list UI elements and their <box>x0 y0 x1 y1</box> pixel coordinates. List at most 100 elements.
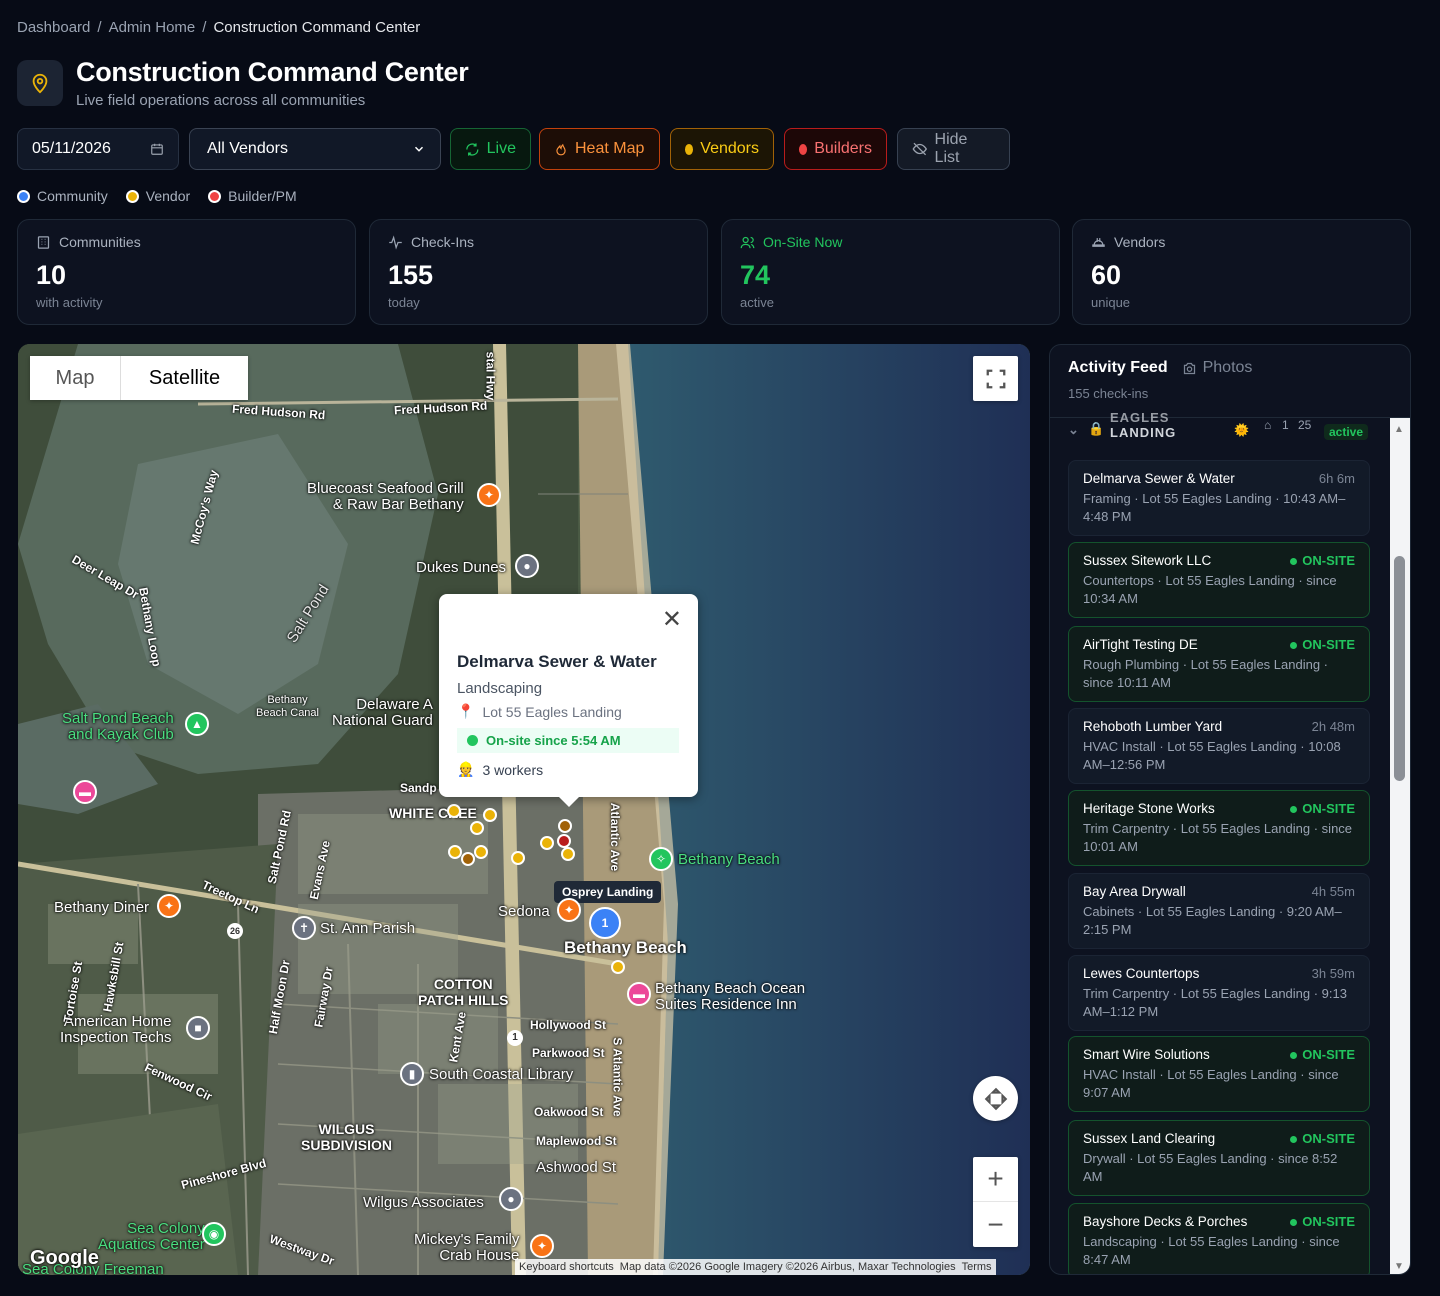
vendor-marker[interactable] <box>558 819 572 833</box>
feed-scrollbar[interactable]: ▲ ▼ <box>1390 418 1410 1274</box>
builders-button-label: Builders <box>814 140 872 157</box>
label-white-creek: WHITE CREE <box>389 805 477 821</box>
heatmap-button[interactable]: Heat Map <box>539 128 660 170</box>
vendor-marker[interactable] <box>511 851 525 865</box>
date-input[interactable]: 05/11/2026 <box>17 128 179 170</box>
lodging-pin-icon[interactable]: ▬ <box>627 982 651 1006</box>
map-tab[interactable]: Map <box>30 356 121 400</box>
activity-item[interactable]: Lewes Countertops 3h 59m Trim Carpentry · … <box>1068 955 1370 1031</box>
activity-item[interactable]: Smart Wire Solutions ON-SITE HVAC Install … <box>1068 1036 1370 1112</box>
vendor-marker[interactable] <box>470 821 484 835</box>
breadcrumb-dashboard[interactable]: Dashboard <box>17 19 90 36</box>
vendor-marker[interactable] <box>540 836 554 850</box>
map-type-tabs: Map Satellite <box>30 356 248 400</box>
popup-vendor-name: Delmarva Sewer & Water <box>457 652 657 671</box>
vendor-marker[interactable] <box>461 852 475 866</box>
duration-text: 6h 6m <box>1318 471 1355 486</box>
checkin-detail: HVAC Install · Lot 55 Eagles Landing · s… <box>1083 1067 1339 1100</box>
vendor-marker[interactable] <box>474 845 488 859</box>
stat-card-checkins: Check-Ins 155 today <box>369 219 708 325</box>
photos-tab[interactable]: Photos <box>1182 359 1252 377</box>
hide-list-button[interactable]: Hide List <box>897 128 1010 170</box>
label-sandp: Sandp <box>400 781 437 795</box>
camera-icon <box>1183 362 1195 374</box>
location-pin-icon[interactable]: ● <box>499 1187 523 1211</box>
vendors-toggle-button[interactable]: Vendors <box>670 128 774 170</box>
breadcrumb-admin-home[interactable]: Admin Home <box>109 19 196 36</box>
scroll-down-icon[interactable]: ▼ <box>1394 1261 1404 1272</box>
park-pin-icon[interactable]: ▲ <box>185 712 209 736</box>
activity-item[interactable]: Bayshore Decks & Porches ON-SITE Landscapi… <box>1068 1203 1370 1274</box>
location-pin-icon[interactable]: ● <box>515 554 539 578</box>
duration-text: 2h 48m <box>1311 719 1355 734</box>
vendor-marker[interactable] <box>561 847 575 861</box>
onsite-status: ON-SITE <box>1290 1130 1355 1148</box>
status-text: ON-SITE <box>1302 637 1355 652</box>
business-pin-icon[interactable]: ■ <box>186 1016 210 1040</box>
legend-label: Builder/PM <box>228 188 297 204</box>
calendar-icon[interactable] <box>150 142 164 156</box>
vendor-marker[interactable] <box>483 808 497 822</box>
lodging-pin-icon[interactable]: ▬ <box>73 780 97 804</box>
checkin-detail: Trim Carpentry · Lot 55 Eagles Landing ·… <box>1083 986 1347 1019</box>
stat-value: 74 <box>740 260 771 290</box>
activity-item[interactable]: AirTight Testing DE ON-SITE Rough Plumbing… <box>1068 626 1370 702</box>
scrollbar-thumb[interactable] <box>1394 556 1405 781</box>
activity-item[interactable]: Rehoboth Lumber Yard 2h 48m HVAC Install ·… <box>1068 708 1370 784</box>
map-camera-control[interactable] <box>973 1076 1018 1121</box>
terms-link[interactable]: Terms <box>962 1261 992 1273</box>
legend-label: Community <box>37 188 108 204</box>
vendor-name: Sussex Land Clearing <box>1083 1131 1216 1146</box>
activity-feed-title[interactable]: Activity Feed <box>1068 359 1168 377</box>
keyboard-shortcuts-link[interactable]: Keyboard shortcuts <box>519 1261 614 1273</box>
builders-toggle-button[interactable]: Builders <box>784 128 887 170</box>
label-dukes-dunes: Dukes Dunes <box>416 559 507 576</box>
builder-dot-icon <box>208 189 222 203</box>
breadcrumb-separator: / <box>202 19 207 36</box>
scroll-up-icon[interactable]: ▲ <box>1394 424 1404 435</box>
community-group-header[interactable]: ⌄ 🔒 EAGLES LANDING 🌞 ⌂ 1 25 active <box>1064 410 1384 442</box>
activity-item[interactable]: Delmarva Sewer & Water 6h 6m Framing · Lot… <box>1068 460 1370 536</box>
lock-icon: 🔒 <box>1088 421 1105 436</box>
restaurant-pin-icon[interactable]: ✦ <box>477 483 501 507</box>
building-icon <box>37 235 50 249</box>
restaurant-pin-icon[interactable]: ✦ <box>157 894 181 918</box>
church-pin-icon[interactable]: ✝ <box>292 916 316 940</box>
onsite-status: ON-SITE <box>1290 1213 1355 1231</box>
stat-sub: unique <box>1091 295 1131 310</box>
zoom-in-button[interactable]: + <box>973 1157 1018 1202</box>
vendor-marker[interactable] <box>448 845 462 859</box>
stat-sub: with activity <box>36 295 103 310</box>
satellite-map[interactable]: Fred Hudson Rd Fred Hudson Rd stal Hwy B… <box>18 344 1030 1275</box>
vendor-marker[interactable] <box>611 960 625 974</box>
close-icon[interactable]: ✕ <box>662 608 682 632</box>
popup-workers: 👷 3 workers <box>457 761 679 778</box>
satellite-tab[interactable]: Satellite <box>121 356 248 400</box>
label-oakwood-st: Oakwood St <box>534 1105 604 1119</box>
activity-item[interactable]: Sussex Land Clearing ON-SITE Drywall · Lot… <box>1068 1120 1370 1196</box>
activity-item[interactable]: Bay Area Drywall 4h 55m Cabinets · Lot 55 … <box>1068 873 1370 949</box>
home-icon: ⌂ <box>1264 418 1272 432</box>
beach-pin-icon[interactable]: ✧ <box>649 847 673 871</box>
restaurant-pin-icon[interactable]: ✦ <box>530 1234 554 1258</box>
park-pin-icon[interactable]: ◉ <box>202 1222 226 1246</box>
worker-icon: 👷 <box>457 761 475 777</box>
activity-item[interactable]: Heritage Stone Works ON-SITE Trim Carpentr… <box>1068 790 1370 866</box>
vendor-marker[interactable] <box>447 804 461 818</box>
library-pin-icon[interactable]: ▮ <box>400 1062 424 1086</box>
restaurant-pin-icon[interactable]: ✦ <box>557 898 581 922</box>
activity-item[interactable]: Sussex Sitework LLC ON-SITE Countertops · … <box>1068 542 1370 618</box>
builder-marker[interactable] <box>557 834 571 848</box>
vendor-select[interactable]: All Vendors <box>189 128 441 170</box>
zoom-out-button[interactable]: − <box>973 1202 1018 1247</box>
vendor-name: Heritage Stone Works <box>1083 801 1215 816</box>
stat-value: 155 <box>388 260 434 290</box>
label-s-atlantic-ave: S Atlantic Ave <box>610 1037 625 1117</box>
live-button[interactable]: Live <box>450 128 531 170</box>
green-dot-icon <box>1290 1218 1298 1226</box>
community-cluster-marker[interactable]: 1 <box>589 907 621 939</box>
builder-dot-icon <box>799 143 808 155</box>
fullscreen-button[interactable] <box>973 356 1018 401</box>
page-subtitle: Live field operations across all communi… <box>76 92 366 109</box>
map-attribution: Keyboard shortcuts Map data ©2026 Google… <box>515 1259 996 1275</box>
